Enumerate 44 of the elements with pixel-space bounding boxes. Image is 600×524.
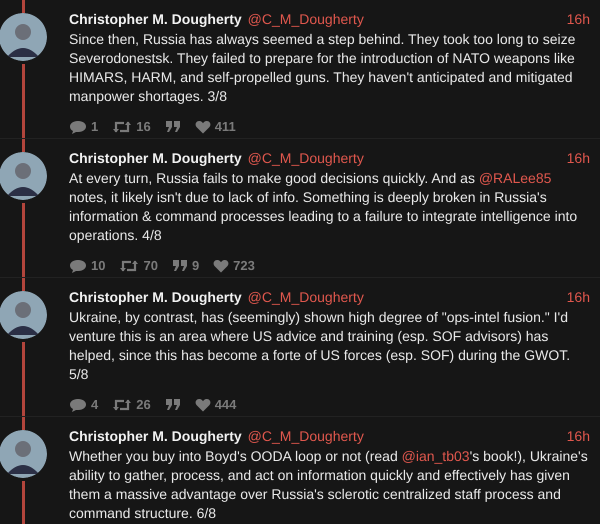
heart-icon[interactable] bbox=[194, 120, 211, 134]
author-name[interactable]: Christopher M. Dougherty bbox=[69, 150, 242, 166]
tweet-time[interactable]: 16h bbox=[566, 428, 590, 444]
quote-icon[interactable] bbox=[164, 398, 181, 411]
tweet-text: At every turn, Russia fails to make good decisions quickly. And as @RALee85 notes, it likely isn't due to lack of info. Something is deeply broken in Russia's information & command processes leading to a failure to integrate intelligence into operations. 4/8 bbox=[69, 169, 578, 245]
mention-link[interactable]: @RALee85 bbox=[478, 170, 552, 186]
stat-count: 70 bbox=[143, 258, 158, 273]
stat-count: 16 bbox=[136, 119, 151, 134]
quote-icon[interactable] bbox=[164, 120, 181, 133]
stat-count: 9 bbox=[192, 258, 200, 273]
avatar-placeholder[interactable] bbox=[0, 13, 46, 61]
quote-icon[interactable] bbox=[172, 259, 188, 272]
stat-count: 10 bbox=[91, 258, 106, 273]
avatar-placeholder[interactable] bbox=[0, 291, 46, 339]
avatar-placeholder[interactable] bbox=[0, 152, 46, 200]
author-name[interactable]: Christopher M. Dougherty bbox=[69, 428, 242, 444]
tweet-time[interactable]: 16h bbox=[566, 11, 590, 27]
tweet-text: Since then, Russia has always seemed a step behind. They took too long to seize Severodonestsk. They failed to prepare for the introduction of NATO weapons like HIMARS, HARM, and self-propelled guns. They haven't anticipated and mitigated manpower shortages. 3/8 bbox=[69, 30, 576, 106]
tweet-time[interactable]: 16h bbox=[566, 150, 590, 166]
mention-link[interactable]: @ian_tb03 bbox=[402, 448, 470, 464]
retweet-icon[interactable] bbox=[119, 258, 140, 272]
heart-icon[interactable] bbox=[213, 258, 230, 272]
avatar-placeholder[interactable] bbox=[0, 430, 46, 478]
stat-count: 1 bbox=[91, 119, 98, 134]
stat-count: 4 bbox=[91, 397, 98, 412]
stat-count: 444 bbox=[214, 397, 236, 412]
stat-count: 26 bbox=[136, 397, 151, 412]
author-name[interactable]: Christopher M. Dougherty bbox=[69, 11, 242, 27]
stat-count: 723 bbox=[233, 258, 255, 273]
author-name[interactable]: Christopher M. Dougherty bbox=[69, 289, 242, 305]
author-handle[interactable]: @C_M_Dougherty bbox=[248, 428, 364, 444]
author-handle[interactable]: @C_M_Dougherty bbox=[248, 150, 364, 166]
heart-icon[interactable] bbox=[194, 398, 211, 412]
tweet-time[interactable]: 16h bbox=[566, 289, 590, 305]
author-handle[interactable]: @C_M_Dougherty bbox=[248, 11, 364, 27]
tweet-text: Ukraine, by contrast, has (seemingly) shown high degree of "ops-intel fusion." I'd venture this is an area where US advice and training (esp. SOF advisors) has helped, since this has become a forte of US forces (esp. SOF) during the GWOT. 5/8 bbox=[69, 308, 572, 384]
retweet-icon[interactable] bbox=[112, 398, 132, 412]
retweet-icon[interactable] bbox=[112, 120, 132, 134]
tweet-text: Whether you buy into Boyd's OODA loop or not (read @ian_tb03's book!), Ukraine's ability to gather, process, and act on information quickly and effectively has given them a massive advantage over Russia's sclerotic centralized staff process and command structure. 6/8 bbox=[69, 447, 589, 523]
speech-bubble-icon[interactable] bbox=[69, 258, 87, 272]
stat-count: 411 bbox=[214, 119, 236, 134]
author-handle[interactable]: @C_M_Dougherty bbox=[248, 289, 364, 305]
speech-bubble-icon[interactable] bbox=[69, 398, 87, 412]
speech-bubble-icon[interactable] bbox=[69, 120, 87, 134]
